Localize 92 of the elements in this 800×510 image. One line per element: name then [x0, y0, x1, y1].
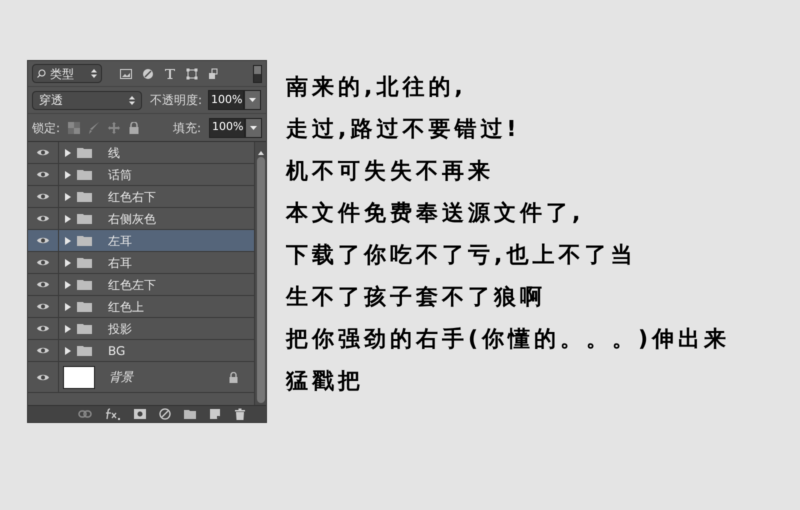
trash-icon[interactable] — [234, 408, 246, 420]
folder-icon[interactable] — [77, 213, 92, 224]
layer-name: BG — [108, 342, 126, 360]
updown-arrows-icon — [129, 96, 135, 104]
layer-thumbnail — [63, 366, 95, 388]
expand-arrow-icon[interactable] — [65, 258, 71, 266]
expand-arrow-icon[interactable] — [65, 236, 71, 244]
layer-row[interactable]: 话筒 — [28, 164, 254, 186]
layer-row[interactable]: 红色左下 — [28, 274, 254, 296]
filter-toggle[interactable] — [253, 64, 262, 82]
layer-name: 红色右下 — [108, 188, 156, 206]
shape-filter-icon[interactable] — [186, 68, 198, 80]
folder-icon[interactable] — [77, 147, 92, 158]
filter-dropdown[interactable]: 类型 — [32, 64, 102, 83]
layer-row[interactable]: 左耳 — [28, 230, 254, 252]
folder-icon[interactable] — [77, 235, 92, 246]
layer-name: 红色左下 — [108, 276, 156, 294]
folder-icon[interactable] — [184, 408, 196, 420]
updown-arrows-icon — [91, 69, 97, 78]
folder-icon[interactable] — [77, 279, 92, 290]
expand-arrow-icon[interactable] — [65, 170, 71, 178]
expand-arrow-icon[interactable] — [65, 192, 71, 200]
layer-name: 话筒 — [108, 166, 132, 184]
layer-row[interactable]: 红色上 — [28, 296, 254, 318]
mask-icon[interactable] — [134, 408, 146, 420]
type-filter-icon[interactable] — [164, 68, 176, 80]
folder-icon[interactable] — [77, 345, 92, 356]
eye-icon[interactable] — [36, 170, 50, 179]
caret-icon — [250, 126, 257, 130]
adjustment-filter-icon[interactable] — [142, 68, 154, 80]
expand-arrow-icon[interactable] — [65, 214, 71, 222]
fill-field[interactable]: 100% — [209, 118, 245, 138]
fx-icon[interactable] — [105, 408, 121, 420]
opacity-label: 不透明度: — [150, 92, 202, 109]
folder-icon[interactable] — [77, 257, 92, 268]
eye-icon[interactable] — [36, 372, 50, 382]
message-line: 机不可失失不再来 — [286, 159, 495, 184]
message-line: 本文件免费奉送源文件了, — [286, 201, 586, 226]
layer-name: 红色上 — [108, 298, 144, 316]
message-line: 南来的,北往的, — [286, 75, 468, 100]
caret-icon — [249, 98, 256, 102]
lock-label: 锁定: — [32, 120, 60, 136]
fill-label: 填充: — [172, 120, 201, 136]
layer-row[interactable]: 投影 — [28, 318, 254, 340]
layer-row[interactable]: 右侧灰色 — [28, 208, 254, 230]
eye-icon[interactable] — [36, 302, 50, 311]
layer-name: 右耳 — [108, 254, 132, 272]
layer-row[interactable]: 背景 — [28, 362, 254, 393]
eye-icon[interactable] — [36, 214, 50, 223]
opacity-field[interactable]: 100% — [208, 90, 244, 110]
layer-name: 背景 — [109, 369, 135, 386]
eye-icon[interactable] — [36, 148, 50, 157]
eye-icon[interactable] — [36, 346, 50, 355]
opacity-dropdown-button[interactable] — [244, 90, 262, 110]
scrollbar[interactable] — [254, 142, 266, 405]
layer-name: 线 — [108, 144, 120, 162]
layer-row[interactable]: 右耳 — [28, 252, 254, 274]
layer-row[interactable]: BG — [28, 340, 254, 362]
layer-name: 右侧灰色 — [108, 210, 156, 228]
blend-mode-dropdown[interactable]: 穿透 — [32, 90, 142, 110]
layer-row[interactable]: 红色右下 — [28, 186, 254, 208]
image-filter-icon[interactable] — [120, 68, 132, 80]
message-line: 下载了你吃不了亏,也上不了当 — [286, 243, 638, 268]
expand-arrow-icon[interactable] — [65, 148, 71, 156]
message-line: 把你强劲的右手(你懂的。。。)伸出来 — [286, 327, 730, 352]
expand-arrow-icon[interactable] — [65, 302, 71, 310]
message-line: 猛戳把 — [286, 369, 365, 394]
eye-icon[interactable] — [36, 258, 50, 267]
lock-icon[interactable] — [128, 122, 140, 134]
fill-dropdown-button[interactable] — [245, 118, 262, 138]
layer-name: 投影 — [108, 320, 132, 338]
folder-icon[interactable] — [77, 169, 92, 180]
expand-arrow-icon[interactable] — [65, 324, 71, 332]
expand-arrow-icon[interactable] — [65, 346, 71, 354]
folder-icon[interactable] — [77, 323, 92, 334]
link-icon[interactable] — [78, 410, 92, 418]
folder-icon[interactable] — [77, 191, 92, 202]
lock-icon[interactable] — [229, 372, 238, 382]
layer-row[interactable]: 线 — [28, 142, 254, 164]
eye-icon[interactable] — [36, 236, 50, 245]
smart-object-filter-icon[interactable] — [208, 68, 220, 80]
message-line: 生不了孩子套不了狼啊 — [286, 285, 547, 310]
search-icon[interactable] — [37, 69, 46, 78]
eye-icon[interactable] — [36, 324, 50, 333]
new-layer-icon[interactable] — [209, 408, 221, 420]
folder-icon[interactable] — [77, 301, 92, 312]
layer-name: 左耳 — [108, 232, 132, 250]
eye-icon[interactable] — [36, 280, 50, 289]
expand-arrow-icon[interactable] — [65, 280, 71, 288]
eye-icon[interactable] — [36, 192, 50, 201]
adjustment-icon[interactable] — [159, 408, 171, 420]
message-line: 走过,路过不要错过! — [286, 117, 522, 142]
